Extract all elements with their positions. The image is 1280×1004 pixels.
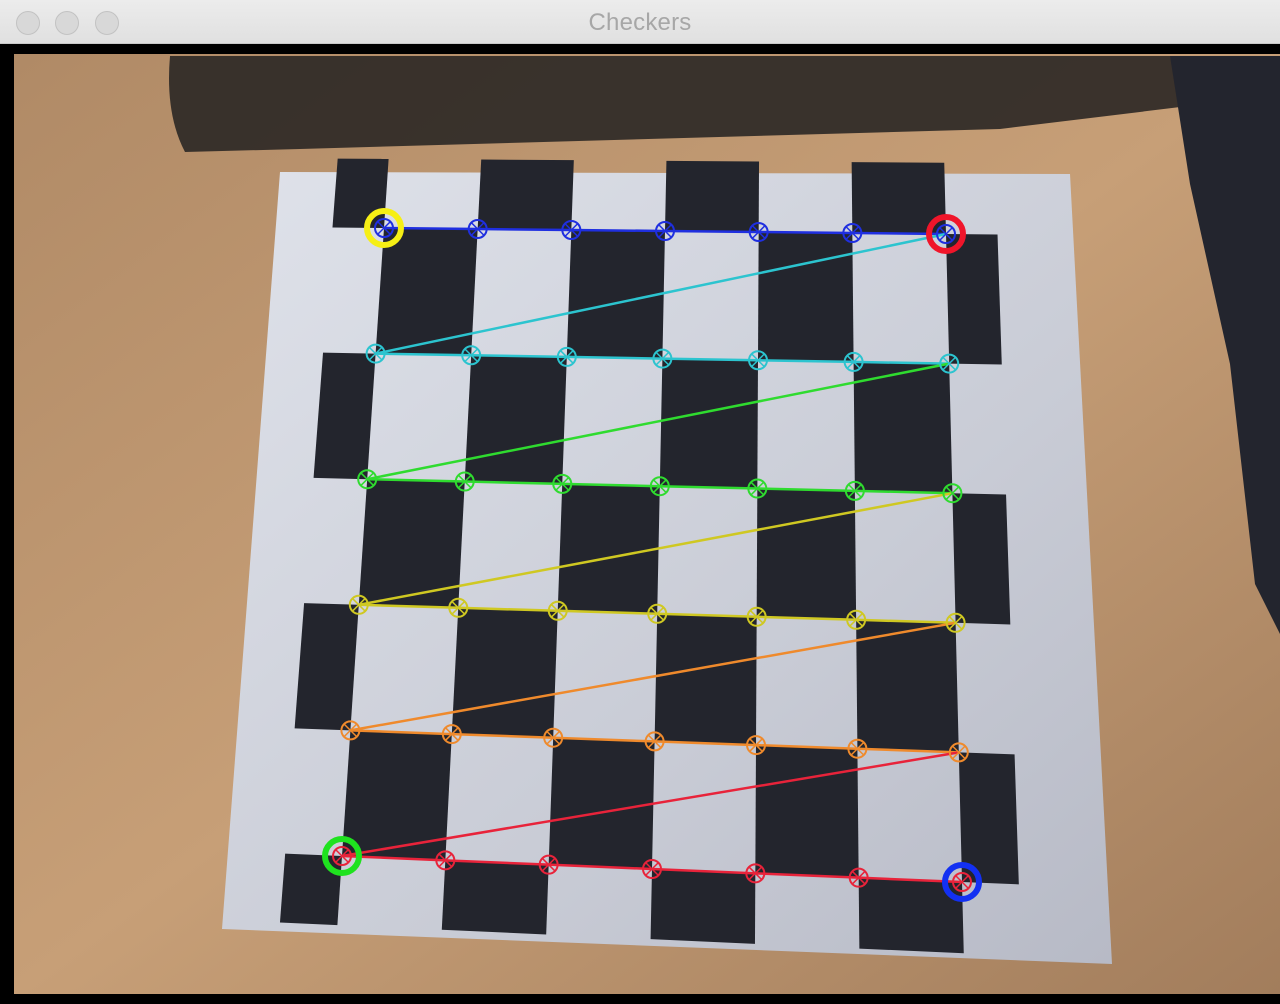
- checker-square: [451, 607, 558, 738]
- title-bar[interactable]: Checkers: [0, 0, 1280, 44]
- checker-square: [464, 355, 567, 484]
- checker-square: [477, 159, 574, 230]
- corner-connector-line: [571, 228, 666, 233]
- corner-connector-line: [853, 360, 950, 365]
- checker-square: [853, 361, 953, 494]
- app-window: Checkers: [0, 0, 1280, 1004]
- checker-square: [557, 483, 660, 614]
- checker-square: [659, 358, 758, 489]
- checker-square: [548, 737, 655, 869]
- checker-square: [279, 853, 342, 926]
- checker-square: [946, 234, 1002, 365]
- checker-square: [665, 160, 760, 232]
- checker-square: [441, 860, 549, 935]
- checker-square: [758, 232, 854, 362]
- corner-connector-line: [477, 227, 572, 232]
- window-title: Checkers: [588, 9, 692, 36]
- image-viewport: [0, 44, 1280, 1004]
- checker-square: [566, 230, 665, 359]
- checker-square: [294, 603, 359, 731]
- checker-square: [654, 613, 757, 746]
- corner-connector-line: [662, 357, 759, 362]
- corner-connector-line: [757, 359, 854, 364]
- corner-connector-line: [471, 354, 567, 359]
- corner-connector-line: [664, 229, 759, 234]
- corner-connector-line: [375, 352, 472, 357]
- corner-connector-line: [758, 230, 853, 235]
- corner-connector-line: [566, 355, 663, 360]
- checker-square: [332, 158, 389, 228]
- checker-square: [650, 869, 756, 944]
- checker-square: [952, 493, 1011, 625]
- camera-image: [14, 54, 1280, 994]
- checker-square: [755, 745, 859, 878]
- checker-square: [856, 619, 959, 753]
- checker-square: [313, 352, 376, 480]
- checker-square: [756, 488, 857, 620]
